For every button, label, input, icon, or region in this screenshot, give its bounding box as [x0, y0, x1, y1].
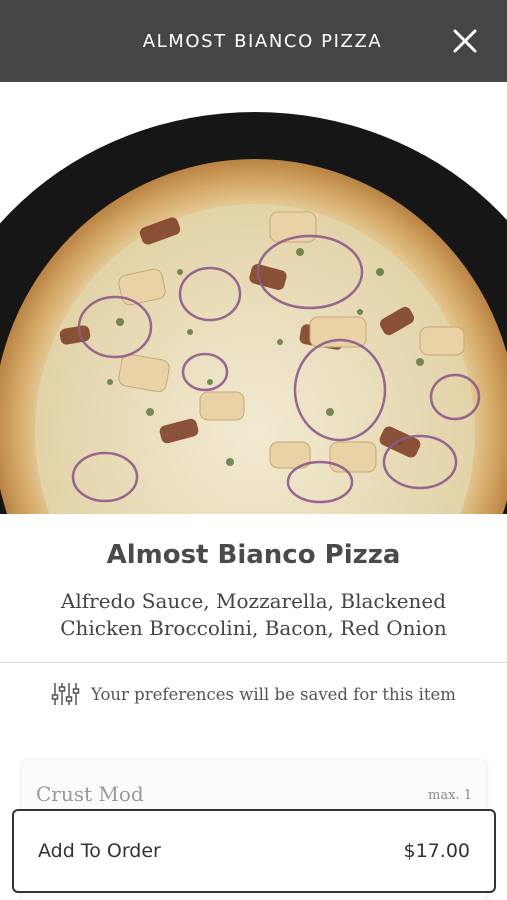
preferences-note: Your preferences will be saved for this …	[0, 676, 507, 712]
page-title: ALMOST BIANCO PIZZA	[142, 30, 383, 52]
order-price: $17.00	[403, 840, 470, 862]
add-to-order-label: Add To Order	[38, 840, 161, 862]
item-name: Almost Bianco Pizza	[106, 540, 401, 570]
modifier-group-limit: max. 1	[428, 788, 472, 803]
top-bar: ALMOST BIANCO PIZZA	[0, 0, 507, 82]
add-to-order-button[interactable]: Add To Order $17.00	[12, 809, 496, 893]
item-description: Alfredo Sauce, Mozzarella, Blackened Chi…	[60, 589, 447, 640]
close-button[interactable]	[451, 27, 479, 55]
item-image	[0, 82, 507, 514]
divider	[0, 662, 507, 663]
preferences-text: Your preferences will be saved for this …	[91, 684, 456, 704]
modifier-group-title: Crust Mod	[36, 782, 144, 806]
close-icon	[453, 29, 477, 53]
sliders-icon	[51, 683, 80, 705]
